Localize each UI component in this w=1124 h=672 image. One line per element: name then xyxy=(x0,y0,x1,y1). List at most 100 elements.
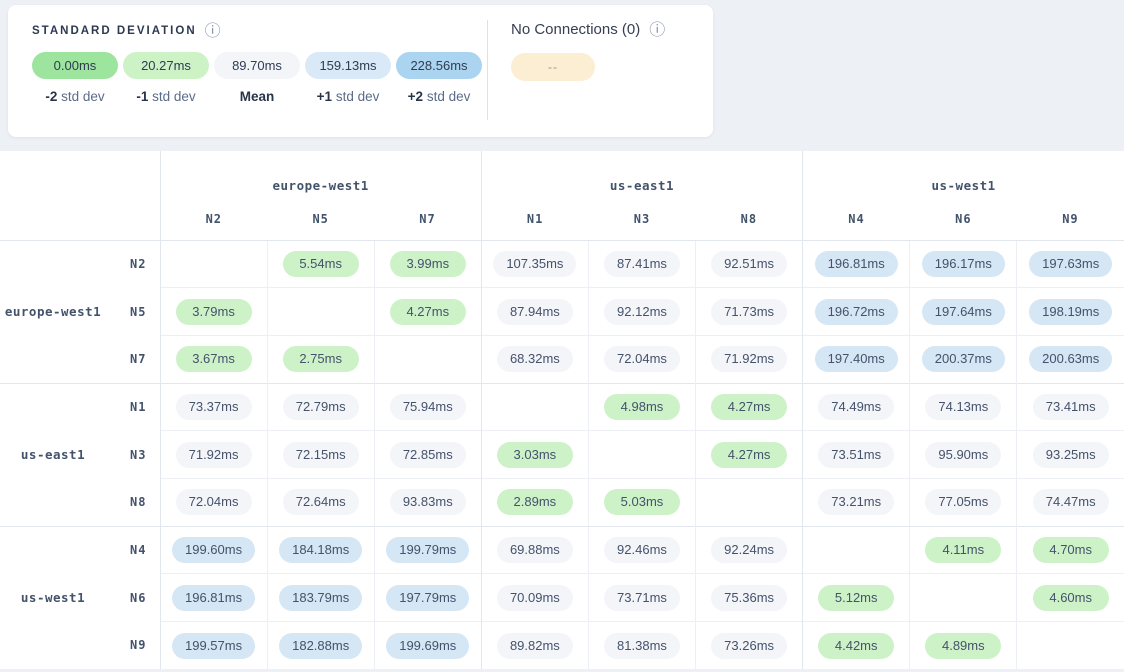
latency-pill[interactable]: 197.79ms xyxy=(386,585,469,611)
latency-cell: 199.79ms xyxy=(374,526,481,574)
legend-label: +2 std dev xyxy=(396,89,482,104)
latency-pill[interactable]: 74.13ms xyxy=(925,394,1001,420)
col-node-label: N8 xyxy=(696,195,803,240)
latency-pill[interactable]: 199.57ms xyxy=(172,633,255,659)
latency-cell: 72.79ms xyxy=(267,383,374,431)
latency-pill[interactable]: 73.51ms xyxy=(818,442,894,468)
latency-pill[interactable]: 77.05ms xyxy=(925,489,1001,515)
legend-label: Mean xyxy=(214,89,300,104)
latency-pill[interactable]: 71.92ms xyxy=(711,346,787,372)
latency-cell: 197.40ms xyxy=(803,335,910,383)
latency-pill[interactable]: 4.11ms xyxy=(925,537,1001,563)
latency-pill[interactable]: 5.12ms xyxy=(818,585,894,611)
latency-pill[interactable]: 200.63ms xyxy=(1029,346,1112,372)
latency-pill[interactable]: 5.03ms xyxy=(604,489,680,515)
latency-pill[interactable]: 72.04ms xyxy=(604,346,680,372)
latency-pill[interactable]: 72.85ms xyxy=(390,442,466,468)
latency-pill[interactable]: 199.69ms xyxy=(386,633,469,659)
std-deviation-scale: 0.00ms -2 std dev 20.27ms -1 std dev 89.… xyxy=(32,52,482,104)
latency-pill[interactable]: 197.64ms xyxy=(922,299,1005,325)
latency-cell: 71.92ms xyxy=(696,335,803,383)
info-icon[interactable]: ⓘ xyxy=(649,22,665,38)
latency-cell: 72.15ms xyxy=(267,431,374,479)
latency-pill[interactable]: 3.79ms xyxy=(176,299,252,325)
latency-pill[interactable]: 70.09ms xyxy=(497,585,573,611)
latency-pill[interactable]: 89.82ms xyxy=(497,633,573,659)
latency-pill[interactable]: 95.90ms xyxy=(925,442,1001,468)
latency-pill[interactable]: 196.17ms xyxy=(922,251,1005,277)
latency-pill[interactable]: 72.04ms xyxy=(176,489,252,515)
latency-pill[interactable]: 199.60ms xyxy=(172,537,255,563)
latency-pill[interactable]: 68.32ms xyxy=(497,346,573,372)
latency-pill[interactable]: 2.89ms xyxy=(497,489,573,515)
latency-pill[interactable]: 92.24ms xyxy=(711,537,787,563)
latency-pill[interactable]: 69.88ms xyxy=(497,537,573,563)
latency-pill[interactable]: 4.27ms xyxy=(711,394,787,420)
latency-cell: 200.37ms xyxy=(910,335,1017,383)
latency-pill[interactable]: 197.63ms xyxy=(1029,251,1112,277)
latency-pill[interactable]: 196.81ms xyxy=(815,251,898,277)
latency-pill[interactable]: 200.37ms xyxy=(922,346,1005,372)
latency-pill[interactable]: 87.94ms xyxy=(497,299,573,325)
latency-pill[interactable]: 73.26ms xyxy=(711,633,787,659)
latency-pill[interactable]: 107.35ms xyxy=(493,251,576,277)
row-node-label: N8 xyxy=(106,478,160,526)
latency-pill[interactable]: 92.51ms xyxy=(711,251,787,277)
latency-cell: 107.35ms xyxy=(481,240,588,288)
latency-pill[interactable]: 74.47ms xyxy=(1033,489,1109,515)
latency-cell: 93.25ms xyxy=(1017,431,1124,479)
latency-pill[interactable]: 2.75ms xyxy=(283,346,359,372)
latency-pill[interactable]: 81.38ms xyxy=(604,633,680,659)
latency-pill[interactable]: 4.27ms xyxy=(711,442,787,468)
latency-pill[interactable]: 198.19ms xyxy=(1029,299,1112,325)
latency-pill[interactable]: 197.40ms xyxy=(815,346,898,372)
latency-pill[interactable]: 92.12ms xyxy=(604,299,680,325)
latency-pill[interactable]: 75.94ms xyxy=(390,394,466,420)
latency-pill[interactable]: 196.81ms xyxy=(172,585,255,611)
latency-pill[interactable]: 183.79ms xyxy=(279,585,362,611)
latency-cell: 4.27ms xyxy=(696,383,803,431)
latency-pill[interactable]: 75.36ms xyxy=(711,585,787,611)
table-row: us-west1N4199.60ms184.18ms199.79ms69.88m… xyxy=(0,526,1124,574)
latency-pill[interactable]: 73.21ms xyxy=(818,489,894,515)
latency-pill[interactable]: 72.15ms xyxy=(283,442,359,468)
latency-cell: 182.88ms xyxy=(267,622,374,670)
latency-pill[interactable]: 4.70ms xyxy=(1033,537,1109,563)
latency-cell: 92.24ms xyxy=(696,526,803,574)
latency-cell: 184.18ms xyxy=(267,526,374,574)
latency-pill[interactable]: 87.41ms xyxy=(604,251,680,277)
latency-pill[interactable]: 71.92ms xyxy=(176,442,252,468)
latency-pill[interactable]: 3.99ms xyxy=(390,251,466,277)
latency-pill[interactable]: 93.83ms xyxy=(390,489,466,515)
latency-cell: 4.27ms xyxy=(696,431,803,479)
latency-pill[interactable]: 184.18ms xyxy=(279,537,362,563)
latency-pill[interactable]: 73.71ms xyxy=(604,585,680,611)
latency-pill[interactable]: 4.27ms xyxy=(390,299,466,325)
latency-pill[interactable]: 73.37ms xyxy=(176,394,252,420)
latency-pill[interactable]: 199.79ms xyxy=(386,537,469,563)
latency-pill[interactable]: 74.49ms xyxy=(818,394,894,420)
latency-pill[interactable]: 73.41ms xyxy=(1033,394,1109,420)
latency-pill[interactable]: 196.72ms xyxy=(815,299,898,325)
latency-pill[interactable]: 93.25ms xyxy=(1033,442,1109,468)
latency-cell: 2.89ms xyxy=(481,478,588,526)
latency-pill[interactable]: 5.54ms xyxy=(283,251,359,277)
latency-pill[interactable]: 4.42ms xyxy=(818,633,894,659)
col-region-label: europe-west1 xyxy=(160,151,481,195)
latency-self-cell xyxy=(1017,622,1124,670)
latency-pill[interactable]: 3.03ms xyxy=(497,442,573,468)
latency-pill[interactable]: 92.46ms xyxy=(604,537,680,563)
latency-pill[interactable]: 4.98ms xyxy=(604,394,680,420)
latency-self-cell xyxy=(588,431,695,479)
latency-pill[interactable]: 4.60ms xyxy=(1033,585,1109,611)
info-icon[interactable]: ⓘ xyxy=(205,23,221,39)
latency-cell: 200.63ms xyxy=(1017,335,1124,383)
row-node-label: N1 xyxy=(106,383,160,431)
latency-pill[interactable]: 72.79ms xyxy=(283,394,359,420)
latency-pill[interactable]: 72.64ms xyxy=(283,489,359,515)
latency-pill[interactable]: 3.67ms xyxy=(176,346,252,372)
legend-label: -1 std dev xyxy=(123,89,209,104)
latency-pill[interactable]: 182.88ms xyxy=(279,633,362,659)
latency-pill[interactable]: 4.89ms xyxy=(925,633,1001,659)
latency-pill[interactable]: 71.73ms xyxy=(711,299,787,325)
